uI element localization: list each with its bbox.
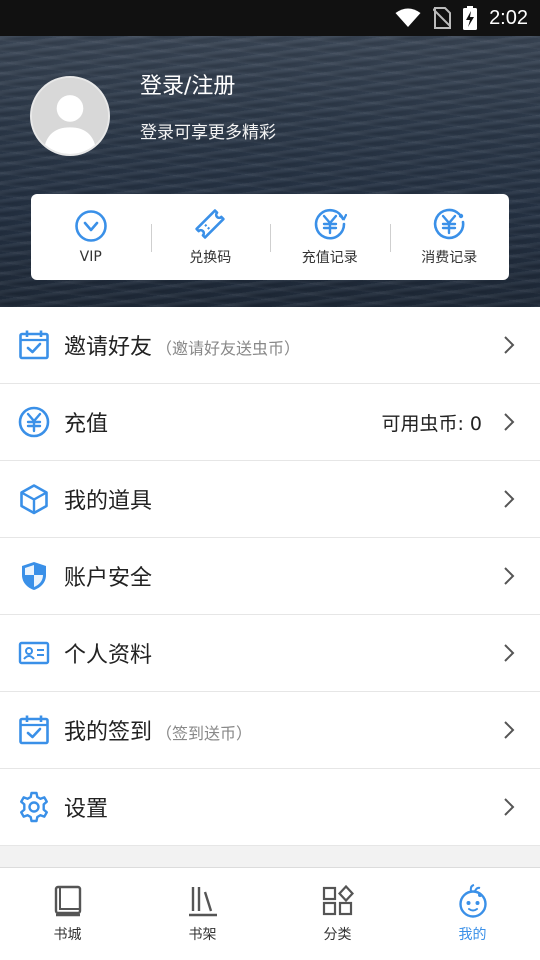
- recharge-record-icon: [314, 208, 347, 240]
- quick-action-label: VIP: [79, 249, 102, 265]
- tab-label: 我的: [458, 927, 487, 943]
- tab-bookshelf[interactable]: 书架: [135, 868, 270, 960]
- menu-item-account-security[interactable]: 账户安全: [0, 538, 540, 615]
- mascot-icon: [458, 884, 487, 918]
- chevron-right-icon: [502, 798, 516, 816]
- quick-action-label: 消费记录: [421, 250, 478, 266]
- profile-header: 登录/注册 登录可享更多精彩 VIP 兑换码 充值记录 消费记录: [0, 36, 540, 307]
- quick-actions-card: VIP 兑换码 充值记录 消费记录: [31, 194, 509, 280]
- quick-action-consume-record[interactable]: 消费记录: [389, 194, 510, 280]
- shield-icon: [18, 560, 50, 592]
- tab-label: 书城: [53, 927, 82, 943]
- battery-charging-icon: [463, 6, 478, 30]
- quick-action-redeem-code[interactable]: 兑换码: [150, 194, 271, 280]
- tab-bookstore[interactable]: 书城: [0, 868, 135, 960]
- bottom-tab-bar: 书城 书架 分类 我的: [0, 867, 540, 960]
- avatar[interactable]: [30, 76, 110, 156]
- menu-item-title: 个人资料: [64, 643, 153, 668]
- chevron-right-icon: [502, 413, 516, 431]
- tab-label: 书架: [188, 927, 217, 943]
- consume-record-icon: [434, 208, 465, 240]
- chevron-right-icon: [502, 644, 516, 662]
- chevron-right-icon: [502, 721, 516, 739]
- menu-item-title: 我的签到: [64, 720, 153, 745]
- menu-item-hint: （邀请好友送虫币）: [156, 339, 301, 358]
- status-bar: 2:02: [0, 0, 540, 36]
- status-time: 2:02: [489, 6, 528, 29]
- quick-action-label: 兑换码: [189, 250, 232, 266]
- vip-icon: [74, 210, 107, 242]
- menu-item-recharge[interactable]: 充值 可用虫币: 0: [0, 384, 540, 461]
- login-subtitle: 登录可享更多精彩: [140, 123, 276, 143]
- calendar-check-icon: [18, 714, 50, 746]
- balance-value: 0: [469, 412, 482, 435]
- menu-item-title: 邀请好友: [64, 335, 153, 360]
- menu-item-title: 充值: [64, 412, 109, 437]
- menu-item-invite-friends[interactable]: 邀请好友 （邀请好友送虫币）: [0, 307, 540, 384]
- menu-item-title: 设置: [64, 797, 109, 822]
- tab-label: 分类: [323, 927, 352, 943]
- wifi-icon: [395, 8, 421, 27]
- tab-mine[interactable]: 我的: [405, 868, 540, 960]
- default-avatar-icon: [32, 78, 108, 154]
- quick-action-vip[interactable]: VIP: [31, 194, 151, 280]
- quick-action-recharge-record[interactable]: 充值记录: [270, 194, 390, 280]
- menu-item-personal-profile[interactable]: 个人资料: [0, 615, 540, 692]
- no-sim-icon: [433, 7, 452, 29]
- menu-item-title: 账户安全: [64, 566, 153, 591]
- settings-menu: 邀请好友 （邀请好友送虫币） 充值 可用虫币: 0 我的道具 账户安全 个人资料 我…: [0, 307, 540, 846]
- gear-icon: [18, 791, 50, 823]
- login-register-link[interactable]: 登录/注册: [140, 68, 235, 100]
- menu-item-my-items[interactable]: 我的道具: [0, 461, 540, 538]
- balance-label: 可用虫币:: [381, 412, 464, 435]
- category-icon: [322, 884, 354, 916]
- tab-category[interactable]: 分类: [270, 868, 405, 960]
- quick-action-label: 充值记录: [301, 250, 358, 266]
- bookshelf-icon: [188, 887, 217, 917]
- box-icon: [18, 483, 50, 515]
- menu-item-hint: （签到送币）: [156, 724, 253, 743]
- menu-item-title: 我的道具: [64, 489, 153, 514]
- menu-item-settings[interactable]: 设置: [0, 769, 540, 846]
- yen-icon: [18, 406, 50, 438]
- chevron-right-icon: [502, 336, 516, 354]
- chevron-right-icon: [502, 567, 516, 585]
- chevron-right-icon: [502, 490, 516, 508]
- calendar-check-icon: [18, 329, 50, 361]
- book-icon: [54, 885, 81, 917]
- id-card-icon: [18, 637, 50, 669]
- ticket-icon: [195, 209, 225, 239]
- menu-item-my-checkin[interactable]: 我的签到 （签到送币）: [0, 692, 540, 769]
